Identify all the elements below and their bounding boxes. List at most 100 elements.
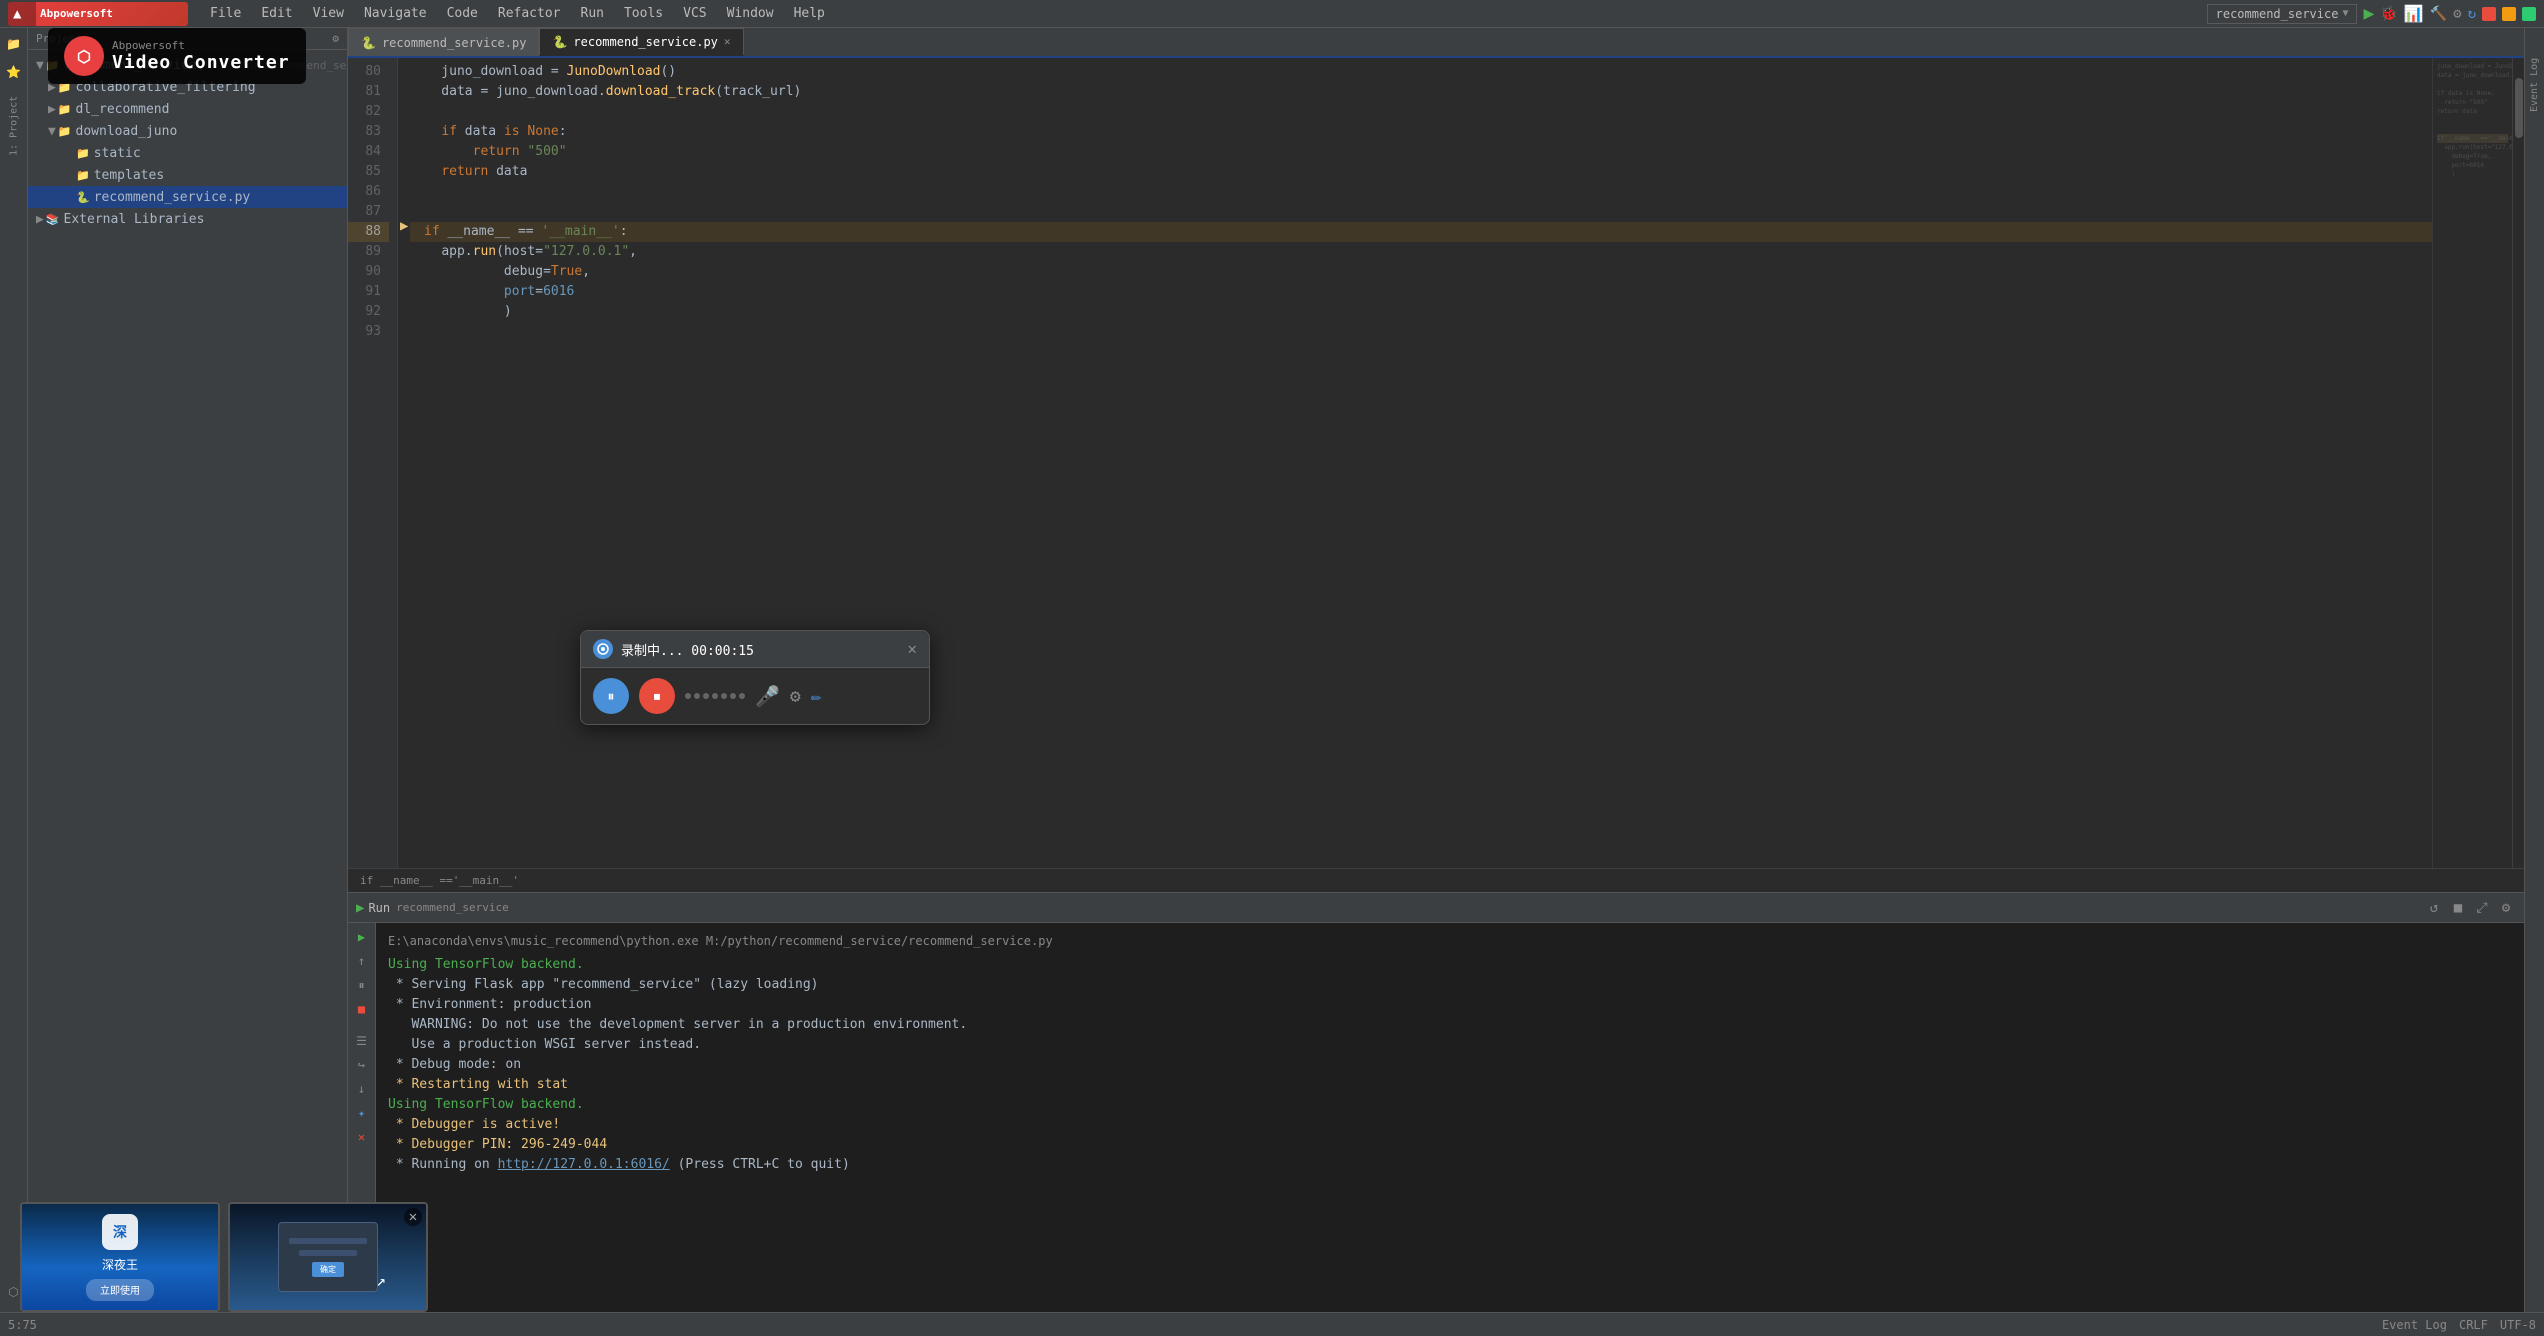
recording-settings-icon[interactable]: ⚙: [790, 686, 801, 707]
folder-icon: 📁: [76, 147, 90, 160]
tree-item-label: static: [94, 146, 141, 161]
recording-pen-icon[interactable]: ✏: [811, 686, 822, 707]
scroll-end-tool[interactable]: ↓: [352, 1079, 372, 1099]
output-serving: * Serving Flask app "recommend_service" …: [388, 975, 2512, 995]
app-logo: Abpowersoft ▲: [8, 2, 188, 26]
pin-tool[interactable]: ✕: [352, 1127, 372, 1147]
recording-stop-button[interactable]: ⏹: [639, 678, 675, 714]
python-file-icon: 🐍: [76, 191, 90, 204]
menu-vcs[interactable]: VCS: [673, 0, 716, 28]
breadcrumb-text: if __name__ =='__main__': [360, 874, 519, 887]
menu-view[interactable]: View: [303, 0, 354, 28]
code-line-82: [410, 102, 2432, 122]
code-line-85: return data: [410, 162, 2432, 182]
line-numbers: 80 81 82 83 84 85 86 87 88 89 90 91 92 9…: [348, 58, 398, 868]
run-output: E:\anaconda\envs\music_recommend\python.…: [376, 923, 2524, 1312]
code-editor[interactable]: juno_download = JunoDownload() data = ju…: [398, 58, 2432, 868]
expand-arrow-icon: ▼: [48, 124, 56, 139]
recording-close-button[interactable]: ✕: [907, 641, 917, 657]
right-panel-label[interactable]: Event Log: [2529, 32, 2540, 112]
debug-button[interactable]: 🐞: [2380, 6, 2397, 22]
tree-item-dl-recommend[interactable]: ▶ 📁 dl_recommend: [28, 98, 347, 120]
menu-navigate[interactable]: Navigate: [354, 0, 437, 28]
minimize-window-icon[interactable]: [2522, 7, 2536, 21]
rerun-button[interactable]: ↺: [2424, 898, 2444, 918]
code-viewport[interactable]: ▶ juno_download = JunoDownload() data = …: [398, 58, 2432, 868]
line-separator-indicator[interactable]: CRLF: [2459, 1318, 2488, 1332]
recording-pause-button[interactable]: ⏸: [593, 678, 629, 714]
tree-item-label: recommend_service.py: [94, 190, 251, 205]
settings-button[interactable]: ⚙: [2453, 6, 2461, 22]
project-view-icon[interactable]: 📁: [2, 32, 26, 56]
settings-panel-button[interactable]: ⚙: [2496, 898, 2516, 918]
dot-4: [712, 693, 718, 699]
output-env: * Environment: production: [388, 995, 2512, 1015]
recording-controls: ⏸ ⏹ 🎤 ⚙ ✏: [581, 668, 929, 724]
menu-edit[interactable]: Edit: [251, 0, 302, 28]
vc-logo: ⬡: [64, 36, 104, 76]
rerun2-tool[interactable]: ↑: [352, 951, 372, 971]
tree-item-label: download_juno: [76, 124, 178, 139]
menu-run[interactable]: Run: [571, 0, 614, 28]
maximize-window-icon[interactable]: [2502, 7, 2516, 21]
tree-item-download-juno[interactable]: ▼ 📁 download_juno: [28, 120, 347, 142]
rerun-tool[interactable]: ▶: [352, 927, 372, 947]
menu-file[interactable]: File: [200, 0, 251, 28]
tab-active[interactable]: 🐍 recommend_service.py ✕: [539, 28, 743, 56]
run-button[interactable]: ▶: [2363, 3, 2374, 24]
tab-bar: 🐍 recommend_service.py 🐍 recommend_servi…: [348, 28, 2524, 58]
menu-window[interactable]: Window: [717, 0, 784, 28]
stop-tool[interactable]: ■: [352, 999, 372, 1019]
sidebar-settings-icon[interactable]: ⚙: [332, 32, 339, 45]
close-window-icon[interactable]: [2482, 7, 2496, 21]
wrap-tool[interactable]: ↪: [352, 1055, 372, 1075]
file-tree: ▼ 📁 recommend_service M:\python\recommen…: [28, 50, 347, 1312]
tab-inactive[interactable]: 🐍 recommend_service.py: [348, 28, 539, 56]
dialog-bar-1: [289, 1238, 367, 1244]
expand-panel-button[interactable]: ⤢: [2472, 898, 2492, 918]
update-button[interactable]: ↻: [2468, 6, 2476, 22]
code-line-92: ): [410, 302, 2432, 322]
scrollbar-thumb[interactable]: [2515, 78, 2523, 138]
menu-code[interactable]: Code: [437, 0, 488, 28]
code-line-80: juno_download = JunoDownload(): [410, 62, 2432, 82]
execution-arrow-icon: ▶: [400, 218, 408, 234]
tree-item-recommend-service-py[interactable]: 🐍 recommend_service.py: [28, 186, 347, 208]
thumb-2-close-button[interactable]: ✕: [404, 1208, 422, 1226]
tree-item-static[interactable]: 📁 static: [28, 142, 347, 164]
output-debugger-active: * Debugger is active!: [388, 1115, 2512, 1135]
structure-icon[interactable]: 1: Project: [4, 96, 24, 156]
running-url-link[interactable]: http://127.0.0.1:6016/: [498, 1157, 670, 1172]
tab-close-button[interactable]: ✕: [724, 28, 731, 56]
tab-label: recommend_service.py: [382, 29, 527, 57]
bookmark-icon[interactable]: ⭐: [2, 60, 26, 84]
tree-item-external-libs[interactable]: ▶ 📚 External Libraries: [28, 208, 347, 230]
clear-tool[interactable]: ✦: [352, 1103, 372, 1123]
recording-mic-icon[interactable]: 🎤: [755, 684, 780, 708]
pause-tool[interactable]: ⏸: [352, 975, 372, 995]
filter-tool[interactable]: ☰: [352, 1031, 372, 1051]
event-log-link[interactable]: Event Log: [2382, 1318, 2447, 1332]
build-button[interactable]: 🔨: [2430, 6, 2447, 22]
profile-button[interactable]: 📊: [2404, 4, 2424, 23]
stop-run-button[interactable]: ■: [2448, 898, 2468, 918]
favorites-bar: 📁 ⭐ 1: Project ⬡: [0, 28, 28, 1312]
output-warning: WARNING: Do not use the development serv…: [388, 1015, 2512, 1035]
tree-item-label: templates: [94, 168, 164, 183]
thumb-1-title: 深夜王: [102, 1256, 138, 1273]
dialog-bar-2: [299, 1250, 358, 1256]
menu-help[interactable]: Help: [784, 0, 835, 28]
menu-tools[interactable]: Tools: [614, 0, 673, 28]
encoding-indicator[interactable]: UTF-8: [2500, 1318, 2536, 1332]
expand-arrow-icon: ▶: [36, 212, 44, 227]
editor-area[interactable]: 80 81 82 83 84 85 86 87 88 89 90 91 92 9…: [348, 58, 2524, 892]
thumb-1-button[interactable]: 立即使用: [86, 1279, 154, 1301]
taskbar-thumb-1[interactable]: 深 深夜王 立即使用: [20, 1202, 220, 1312]
menu-refactor[interactable]: Refactor: [488, 0, 571, 28]
taskbar-thumb-2[interactable]: ✕ 确定 ↗: [228, 1202, 428, 1312]
tree-item-templates[interactable]: 📁 templates: [28, 164, 347, 186]
vertical-scrollbar[interactable]: [2512, 58, 2524, 868]
run-config-selector[interactable]: recommend_service ▼: [2207, 4, 2358, 24]
thumb-1-content: 深 深夜王 立即使用: [22, 1204, 218, 1310]
recording-title-text: 录制中... 00:00:15: [621, 640, 899, 659]
